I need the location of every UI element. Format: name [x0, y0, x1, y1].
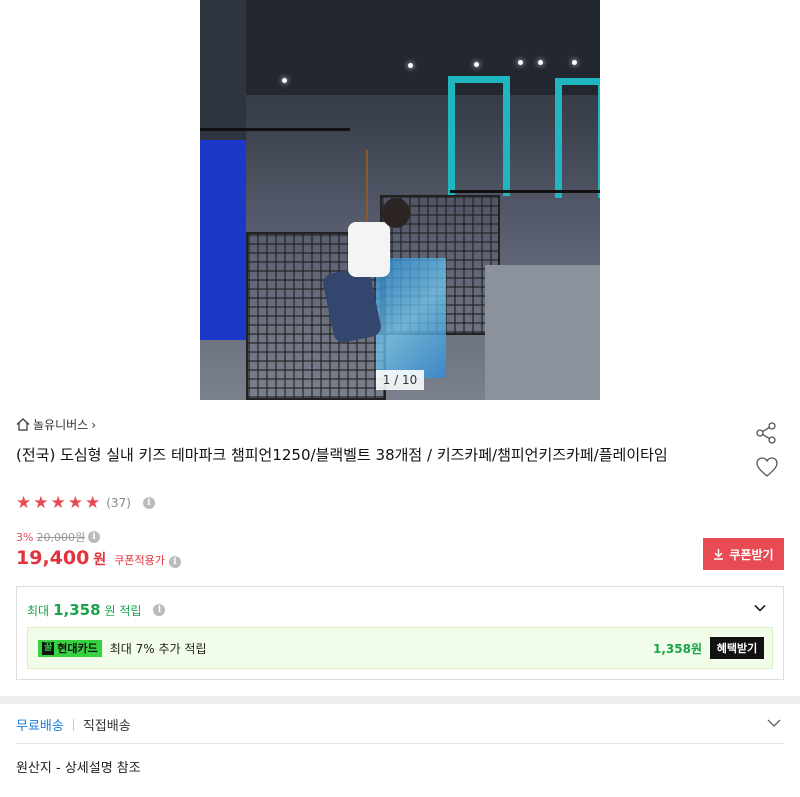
brand-name: 놀유니버스	[33, 418, 89, 432]
product-image[interactable]: 1 / 10	[200, 0, 600, 400]
star-icon: ★	[67, 493, 83, 513]
coupon-button-label: 쿠폰받기	[729, 547, 774, 562]
chevron-right-icon: ›	[91, 417, 97, 432]
photo-teal-frame	[555, 78, 600, 198]
share-icon[interactable]	[755, 422, 777, 444]
card-benefit-row: 꿀 현대카드 최대 7% 추가 적립 1,358원 혜택받기	[27, 627, 773, 669]
photo-kid-body	[348, 222, 390, 277]
current-price: 19,400	[16, 547, 90, 569]
coupon-download-button[interactable]: 쿠폰받기	[703, 538, 784, 570]
download-icon	[714, 549, 724, 560]
section-divider	[0, 696, 800, 704]
photo-light	[408, 63, 413, 68]
divider	[16, 743, 784, 744]
product-title: (전국) 도심형 실내 키즈 테마파크 챔피언1250/블랙벨트 38개점 / …	[16, 446, 668, 464]
star-icon: ★	[50, 493, 66, 513]
card-logo-text: 현대카드	[57, 642, 98, 655]
divider	[72, 718, 74, 731]
star-icon: ★	[33, 493, 49, 513]
photo-floor-art	[376, 258, 446, 378]
review-count: (37)	[106, 496, 131, 510]
card-benefit-amount: 1,358원	[653, 641, 702, 656]
coupon-price-label: 쿠폰적용가	[114, 554, 165, 567]
hyundai-card-logo: 꿀 현대카드	[38, 639, 102, 657]
shipping-row[interactable]: 무료배송 직접배송	[16, 715, 131, 734]
origin-info: 원산지 - 상세설명 참조	[16, 761, 141, 776]
get-benefit-button[interactable]: 혜택받기	[710, 637, 764, 659]
photo-light	[572, 60, 577, 65]
info-icon[interactable]: i	[88, 531, 101, 543]
discount-row: 3% 20,000원 i	[16, 529, 101, 545]
photo-rope	[366, 150, 368, 230]
info-icon[interactable]: i	[168, 556, 181, 568]
reward-amount: 1,358	[53, 601, 101, 619]
photo-rail	[450, 190, 600, 193]
reward-summary[interactable]: 최대 1,358 원 적립 i	[27, 601, 166, 619]
card-benefit-text: 최대 7% 추가 적립	[109, 641, 207, 656]
reward-box: 최대 1,358 원 적립 i 꿀 현대카드 최대 7% 추가 적립 1,358…	[16, 586, 784, 680]
image-counter: 1 / 10	[376, 370, 424, 390]
info-icon[interactable]: i	[153, 604, 166, 616]
direct-delivery-label: 직접배송	[82, 719, 131, 734]
rating[interactable]: ★ ★ ★ ★ ★ (37) i	[16, 494, 155, 512]
star-icon: ★	[16, 493, 32, 513]
price-row: 19,400 원 쿠폰적용가 i	[16, 547, 181, 569]
heart-icon[interactable]	[755, 456, 779, 478]
photo-kid-head	[382, 198, 410, 228]
currency-label: 원	[93, 552, 107, 568]
photo-light	[474, 62, 479, 67]
photo-rail	[200, 128, 350, 131]
discount-percent: 3%	[16, 530, 34, 544]
photo-ceiling	[200, 0, 600, 95]
star-icon: ★	[85, 493, 101, 513]
photo-light	[538, 60, 543, 65]
photo-light	[282, 78, 287, 83]
photo-wall	[485, 265, 600, 400]
original-price: 20,000원	[36, 531, 86, 544]
chevron-down-icon[interactable]	[753, 601, 767, 615]
home-icon	[16, 418, 30, 431]
free-shipping-label: 무료배송	[16, 719, 64, 734]
reward-suffix: 원 적립	[104, 603, 142, 618]
brand-link[interactable]: 놀유니버스 ›	[16, 416, 96, 433]
photo-teal-frame	[448, 76, 510, 196]
reward-prefix: 최대	[27, 603, 50, 618]
photo-wall	[200, 0, 246, 140]
photo-light	[518, 60, 523, 65]
card-logo-mark: 꿀	[42, 641, 55, 655]
chevron-down-icon[interactable]	[766, 716, 782, 730]
info-icon[interactable]: i	[142, 497, 155, 509]
photo-blue-panel	[200, 140, 246, 340]
